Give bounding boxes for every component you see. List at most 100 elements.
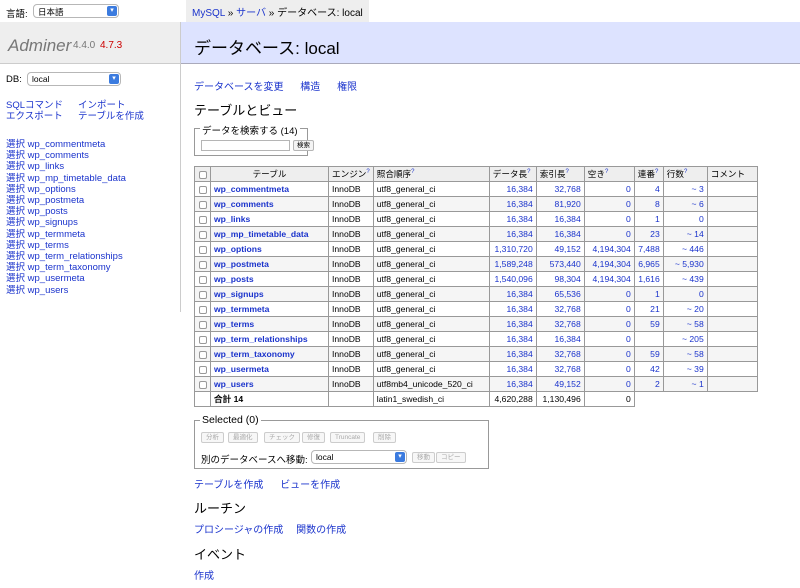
- col-engine[interactable]: エンジン?: [328, 166, 374, 182]
- app-name[interactable]: Adminer: [8, 36, 71, 56]
- sidebar-select-link[interactable]: 選択: [6, 285, 25, 296]
- cell-data-length[interactable]: 1,589,248: [488, 256, 537, 272]
- cell-auto-increment[interactable]: 6,965: [633, 256, 664, 272]
- create-function-link[interactable]: 関数の作成: [296, 525, 346, 536]
- alter-database-link[interactable]: データベースを変更: [194, 82, 284, 93]
- select-all-checkbox[interactable]: [198, 170, 207, 179]
- row-checkbox[interactable]: [198, 275, 207, 284]
- sidebar-select-link[interactable]: 選択: [6, 273, 25, 284]
- cell-rows[interactable]: 0: [662, 211, 708, 227]
- cell-index-length[interactable]: 16,384: [535, 226, 585, 242]
- cell-name[interactable]: wp_terms: [210, 316, 329, 332]
- cell-auto-increment[interactable]: 42: [633, 361, 664, 377]
- cell-auto-increment[interactable]: 21: [633, 301, 664, 317]
- cell-name[interactable]: wp_users: [210, 376, 329, 392]
- cell-data-length[interactable]: 16,384: [488, 211, 537, 227]
- row-checkbox[interactable]: [198, 350, 207, 359]
- cell-auto-increment[interactable]: 59: [633, 316, 664, 332]
- cell-data-length[interactable]: 16,384: [488, 286, 537, 302]
- cell-data-free[interactable]: 4,194,304: [583, 241, 635, 257]
- sidebar-select-link[interactable]: 選択: [6, 217, 25, 228]
- sidebar-table-link[interactable]: wp_usermeta: [28, 273, 85, 284]
- sidebar-select-link[interactable]: 選択: [6, 229, 25, 240]
- language-select[interactable]: 日本語 ▾: [33, 4, 119, 18]
- check-button[interactable]: チェック: [264, 432, 300, 443]
- cell-data-free[interactable]: 0: [583, 211, 635, 227]
- cell-rows[interactable]: ~ 39: [662, 361, 708, 377]
- import-link[interactable]: インポート: [78, 100, 126, 111]
- cell-data-free[interactable]: 0: [583, 376, 635, 392]
- col-rows[interactable]: 行数?: [662, 166, 708, 182]
- cell-data-length[interactable]: 1,310,720: [488, 241, 537, 257]
- create-table-link[interactable]: テーブルを作成: [78, 111, 144, 122]
- cell-auto-increment[interactable]: 7,488: [633, 241, 664, 257]
- col-table[interactable]: テーブル: [210, 166, 329, 182]
- cell-rows[interactable]: ~ 205: [662, 331, 708, 347]
- cell-rows[interactable]: 0: [662, 286, 708, 302]
- cell-name[interactable]: wp_term_relationships: [210, 331, 329, 347]
- sidebar-table-link[interactable]: wp_comments: [28, 150, 89, 161]
- cell-data-free[interactable]: 0: [583, 316, 635, 332]
- cell-index-length[interactable]: 32,768: [535, 361, 585, 377]
- truncate-button[interactable]: Truncate: [330, 432, 366, 443]
- cell-name[interactable]: wp_term_taxonomy: [210, 346, 329, 362]
- move-button[interactable]: 移動: [412, 452, 435, 463]
- copy-button[interactable]: コピー: [436, 452, 466, 463]
- search-input[interactable]: [201, 140, 290, 151]
- cell-data-free[interactable]: 0: [583, 301, 635, 317]
- cell-data-length[interactable]: 16,384: [488, 301, 537, 317]
- cell-index-length[interactable]: 32,768: [535, 316, 585, 332]
- sidebar-select-link[interactable]: 選択: [6, 251, 25, 262]
- schema-link[interactable]: 構造: [300, 82, 320, 93]
- row-checkbox[interactable]: [198, 335, 207, 344]
- cell-data-free[interactable]: 0: [583, 226, 635, 242]
- cell-rows[interactable]: ~ 3: [662, 181, 708, 197]
- new-version[interactable]: 4.7.3: [100, 40, 122, 51]
- cell-data-length[interactable]: 16,384: [488, 331, 537, 347]
- row-checkbox[interactable]: [198, 200, 207, 209]
- breadcrumb-server[interactable]: サーバ: [236, 8, 266, 19]
- analyze-button[interactable]: 分析: [201, 432, 224, 443]
- cell-index-length[interactable]: 49,152: [535, 376, 585, 392]
- privileges-link[interactable]: 権限: [337, 82, 357, 93]
- optimize-button[interactable]: 最適化: [228, 432, 258, 443]
- cell-rows[interactable]: ~ 20: [662, 301, 708, 317]
- cell-data-length[interactable]: 16,384: [488, 196, 537, 212]
- sidebar-table-link[interactable]: wp_users: [28, 285, 69, 296]
- create-table-link[interactable]: テーブルを作成: [194, 480, 263, 491]
- cell-rows[interactable]: ~ 439: [662, 271, 708, 287]
- cell-auto-increment[interactable]: 1,616: [633, 271, 664, 287]
- db-select[interactable]: local ▾: [27, 72, 121, 86]
- cell-auto-increment[interactable]: 59: [633, 346, 664, 362]
- cell-auto-increment[interactable]: 8: [633, 196, 664, 212]
- sidebar-select-link[interactable]: 選択: [6, 240, 25, 251]
- create-event-link[interactable]: 作成: [194, 571, 214, 582]
- cell-data-free[interactable]: 0: [583, 286, 635, 302]
- sidebar-table-link[interactable]: wp_links: [28, 161, 64, 172]
- col-data-length[interactable]: データ長?: [488, 166, 537, 182]
- move-db-select[interactable]: local ▾: [311, 450, 407, 464]
- sidebar-table-link[interactable]: wp_options: [28, 184, 76, 195]
- cell-data-length[interactable]: 16,384: [488, 346, 537, 362]
- cell-index-length[interactable]: 49,152: [535, 241, 585, 257]
- cell-index-length[interactable]: 16,384: [535, 211, 585, 227]
- cell-rows[interactable]: ~ 14: [662, 226, 708, 242]
- cell-data-length[interactable]: 16,384: [488, 316, 537, 332]
- cell-data-free[interactable]: 0: [583, 361, 635, 377]
- cell-data-free[interactable]: 0: [583, 331, 635, 347]
- create-procedure-link[interactable]: プロシージャの作成: [194, 525, 283, 536]
- cell-auto-increment[interactable]: 2: [633, 376, 664, 392]
- cell-index-length[interactable]: 573,440: [535, 256, 585, 272]
- cell-data-length[interactable]: 16,384: [488, 181, 537, 197]
- cell-name[interactable]: wp_termmeta: [210, 301, 329, 317]
- sidebar-table-link[interactable]: wp_posts: [28, 206, 68, 217]
- cell-name[interactable]: wp_comments: [210, 196, 329, 212]
- cell-rows[interactable]: ~ 446: [662, 241, 708, 257]
- cell-rows[interactable]: ~ 5,930: [662, 256, 708, 272]
- sidebar-table-link[interactable]: wp_term_relationships: [28, 251, 123, 262]
- cell-auto-increment[interactable]: 23: [633, 226, 664, 242]
- cell-index-length[interactable]: 16,384: [535, 331, 585, 347]
- sidebar-select-link[interactable]: 選択: [6, 139, 25, 150]
- cell-name[interactable]: wp_commentmeta: [210, 181, 329, 197]
- cell-rows[interactable]: ~ 58: [662, 316, 708, 332]
